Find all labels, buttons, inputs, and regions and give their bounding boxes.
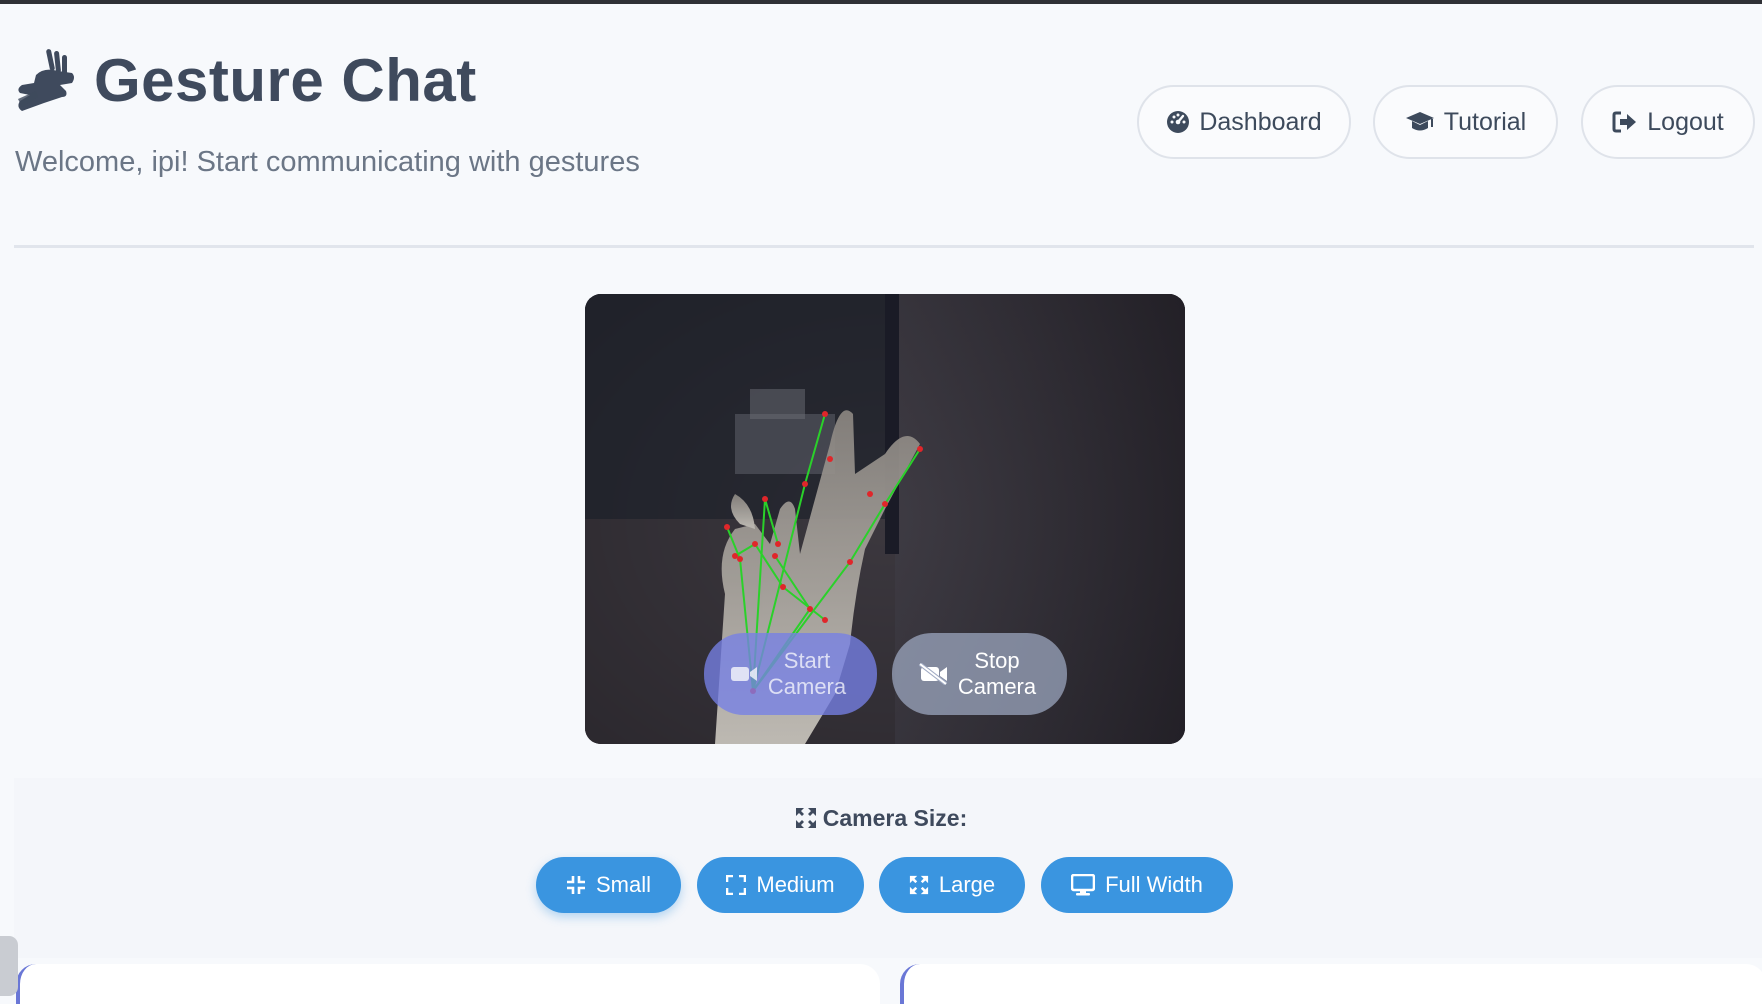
left-panel-card: [16, 964, 880, 1004]
sign-out-icon: [1612, 111, 1637, 133]
size-small-label: Small: [595, 872, 651, 897]
page-title: Gesture Chat: [94, 47, 477, 114]
video-icon: [731, 667, 757, 681]
sign-language-hand-icon: [18, 48, 74, 111]
video-slash-icon: [918, 663, 948, 685]
dashboard-label: Dashboard: [1199, 107, 1322, 136]
start-camera-label: Start Camera: [764, 648, 850, 700]
logout-button[interactable]: Logout: [1581, 85, 1755, 159]
dashboard-button[interactable]: Dashboard: [1137, 85, 1351, 159]
size-small-button[interactable]: Small: [536, 857, 681, 913]
size-full-width-label: Full Width: [1105, 872, 1203, 897]
expand-icon: [726, 875, 747, 895]
size-large-label: Large: [938, 872, 996, 897]
stop-camera-button[interactable]: Stop Camera: [892, 633, 1067, 715]
tutorial-button[interactable]: Tutorial: [1373, 85, 1558, 159]
camera-size-title-text: Camera Size:: [822, 805, 968, 831]
welcome-subtitle: Welcome, ipi! Start communicating with g…: [15, 146, 640, 178]
start-camera-label-line2: Camera: [767, 674, 847, 699]
size-medium-label: Medium: [756, 872, 835, 897]
expand-arrows-icon: [795, 808, 816, 828]
stop-camera-label-line1: Stop: [974, 648, 1020, 673]
size-medium-button[interactable]: Medium: [697, 857, 864, 913]
desktop-icon: [1071, 874, 1096, 896]
stop-camera-label: Stop Camera: [954, 648, 1040, 700]
header-divider: [14, 245, 1754, 248]
camera-size-title: Camera Size:: [0, 805, 1762, 835]
compress-icon: [566, 876, 585, 894]
start-camera-button[interactable]: Start Camera: [704, 633, 877, 715]
start-camera-label-line1: Start: [783, 648, 831, 673]
page-header: Gesture Chat: [14, 46, 477, 115]
expand-arrows-icon: [909, 875, 928, 895]
size-large-button[interactable]: Large: [879, 857, 1025, 913]
window-top-bar: [0, 0, 1762, 4]
tachometer-icon: [1167, 111, 1190, 133]
graduation-cap-icon: [1405, 112, 1434, 131]
camera-feed: Start Camera Stop Camera: [585, 294, 1185, 744]
right-panel-card: [900, 964, 1762, 1004]
camera-video-frame: [585, 294, 1185, 744]
tutorial-label: Tutorial: [1443, 107, 1527, 136]
stop-camera-label-line2: Camera: [957, 674, 1037, 699]
size-full-width-button[interactable]: Full Width: [1041, 857, 1233, 913]
logout-label: Logout: [1647, 107, 1724, 136]
scrollbar-handle[interactable]: [0, 936, 18, 996]
